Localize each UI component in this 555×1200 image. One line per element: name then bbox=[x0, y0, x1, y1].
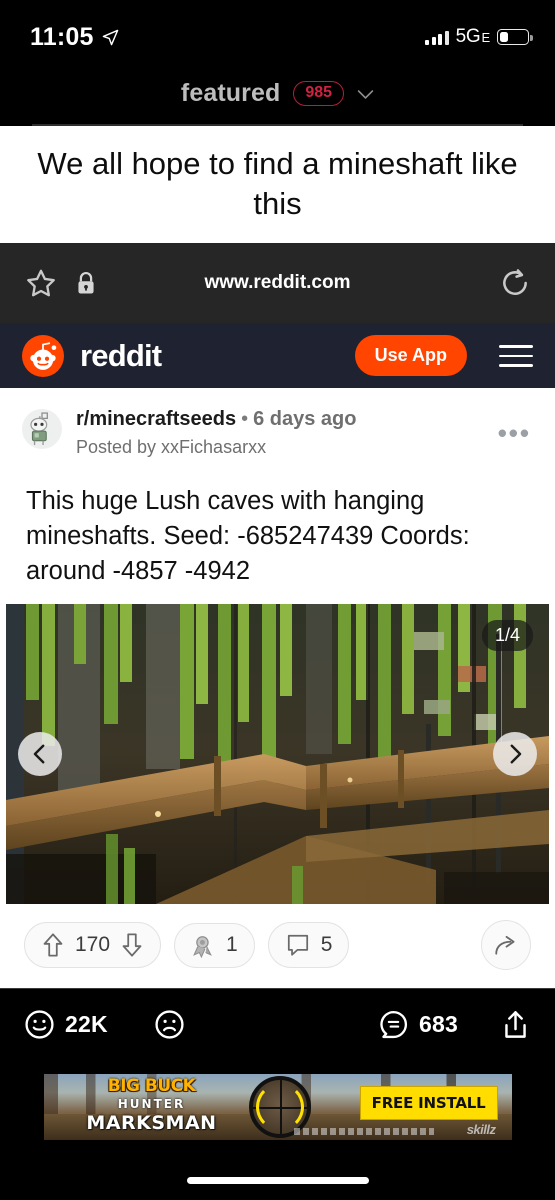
ad-banner[interactable]: BIG BUCK HUNTER MARKSMAN FREE INSTALL sk… bbox=[43, 1074, 512, 1141]
post-timestamp: 6 days ago bbox=[253, 408, 357, 431]
app-header[interactable]: featured 985 bbox=[0, 60, 555, 126]
comment-pill[interactable]: 5 bbox=[267, 922, 350, 969]
meta-separator: • bbox=[241, 408, 249, 431]
status-bar-left: 11:05 bbox=[30, 23, 119, 52]
gallery-counter: 1/4 bbox=[481, 620, 533, 652]
share-button[interactable] bbox=[481, 920, 531, 971]
ad-brand: skillz bbox=[466, 1122, 496, 1138]
gallery-next-button[interactable] bbox=[493, 732, 537, 777]
share-action[interactable] bbox=[500, 1009, 531, 1040]
upvote-action[interactable]: 22K bbox=[24, 1009, 108, 1040]
ad-container: BIG BUCK HUNTER MARKSMAN FREE INSTALL sk… bbox=[0, 1060, 555, 1141]
post-image bbox=[6, 604, 549, 905]
ad-subtitle: HUNTER bbox=[117, 1097, 186, 1112]
subreddit-avatar-icon[interactable] bbox=[22, 409, 62, 450]
upvote-count: 22K bbox=[65, 1011, 108, 1038]
gallery-prev-button[interactable] bbox=[18, 732, 62, 777]
comments-count: 683 bbox=[419, 1011, 458, 1038]
status-bar: 11:05 5G E bbox=[0, 0, 555, 60]
subreddit-name[interactable]: r/minecraftseeds bbox=[76, 408, 236, 430]
location-arrow-icon bbox=[102, 29, 118, 45]
downvote-action[interactable] bbox=[154, 1009, 185, 1040]
frowny-face-icon[interactable] bbox=[154, 1009, 185, 1040]
comment-count: 5 bbox=[320, 933, 333, 957]
award-icon bbox=[193, 935, 212, 958]
upvote-arrow-icon[interactable] bbox=[41, 932, 65, 958]
post-subreddit-line: r/minecraftseeds • 6 days ago bbox=[76, 406, 498, 433]
lock-icon bbox=[78, 271, 94, 294]
award-pill[interactable]: 1 bbox=[174, 922, 255, 968]
status-badge: 985 bbox=[293, 80, 345, 106]
page-title: featured bbox=[180, 78, 281, 107]
browser-bar: www.reddit.com bbox=[0, 243, 555, 324]
post-title[interactable]: This huge Lush caves with hanging minesh… bbox=[0, 458, 555, 604]
ad-install-button[interactable]: FREE INSTALL bbox=[359, 1086, 498, 1121]
post-author[interactable]: Posted by xxFichasarxx bbox=[76, 437, 498, 458]
reddit-post: r/minecraftseeds • 6 days ago Posted by xx… bbox=[0, 388, 555, 989]
ad-legal-text bbox=[293, 1128, 434, 1136]
post-score: 170 bbox=[75, 933, 111, 957]
share-upload-icon[interactable] bbox=[500, 1009, 531, 1040]
post-image-gallery[interactable]: 1/4 bbox=[6, 604, 549, 905]
chevron-left-icon bbox=[33, 744, 45, 764]
more-options-icon[interactable]: ••• bbox=[498, 406, 533, 446]
award-count: 1 bbox=[226, 933, 238, 957]
reddit-wordmark: reddit bbox=[80, 337, 162, 373]
browser-bar-right bbox=[499, 267, 531, 299]
ad-tagline: MARKSMAN bbox=[86, 1112, 217, 1135]
comment-bubble-icon bbox=[287, 935, 308, 956]
browser-bar-left bbox=[24, 267, 96, 300]
post-meta: r/minecraftseeds • 6 days ago Posted by xx… bbox=[76, 406, 498, 458]
ad-logo: BIG BUCK HUNTER MARKSMAN bbox=[62, 1076, 242, 1135]
star-icon[interactable] bbox=[24, 267, 58, 300]
share-arrow-icon bbox=[495, 936, 515, 955]
downvote-arrow-icon[interactable] bbox=[120, 932, 144, 958]
comments-action[interactable]: 683 bbox=[378, 1009, 458, 1040]
reddit-snoo-icon[interactable] bbox=[22, 334, 64, 377]
use-app-button[interactable]: Use App bbox=[354, 335, 467, 377]
ad-title: BIG BUCK bbox=[107, 1076, 196, 1097]
post-header: r/minecraftseeds • 6 days ago Posted by xx… bbox=[0, 388, 555, 458]
app-bottom-bar: 22K 683 bbox=[0, 988, 555, 1061]
meme-caption: We all hope to find a mineshaft like thi… bbox=[0, 126, 555, 244]
reddit-navbar: reddit Use App bbox=[0, 323, 555, 389]
battery-icon bbox=[497, 29, 533, 45]
network-label: 5G E bbox=[455, 26, 491, 47]
vote-pill[interactable]: 170 bbox=[24, 922, 162, 969]
smiley-face-icon[interactable] bbox=[24, 1009, 55, 1040]
chevron-down-icon[interactable] bbox=[357, 89, 374, 100]
comment-icon[interactable] bbox=[378, 1009, 409, 1040]
reload-icon[interactable] bbox=[499, 267, 531, 299]
status-time: 11:05 bbox=[30, 22, 94, 51]
hamburger-menu-icon[interactable] bbox=[499, 344, 533, 367]
status-bar-right: 5G E bbox=[425, 26, 533, 48]
post-action-bar: 170 1 5 bbox=[0, 904, 555, 989]
header-divider bbox=[32, 124, 523, 126]
home-indicator[interactable] bbox=[186, 1177, 369, 1184]
cellular-bars-icon bbox=[425, 30, 449, 45]
chevron-right-icon bbox=[510, 744, 522, 764]
